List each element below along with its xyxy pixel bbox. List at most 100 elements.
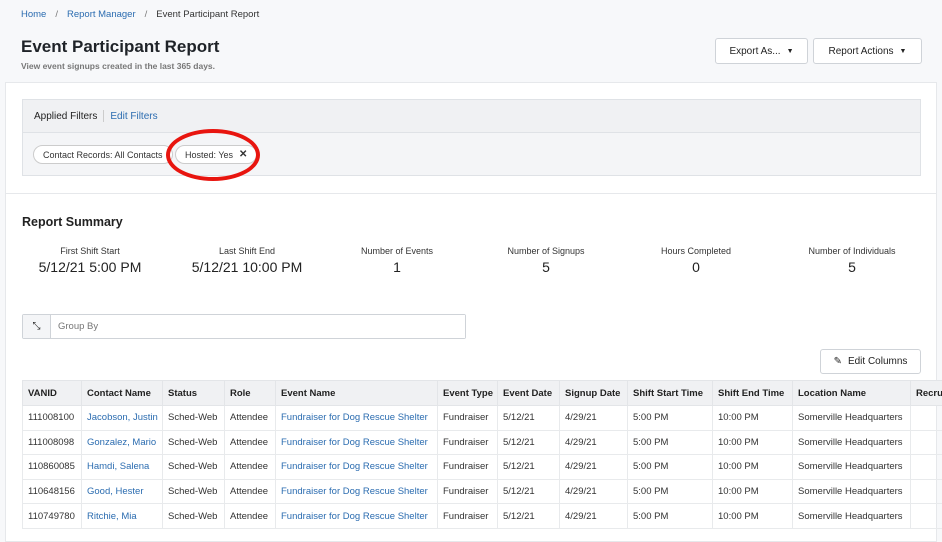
contact-name-link[interactable]: Gonzalez, Mario [87,437,156,448]
breadcrumb: Home / Report Manager / Event Participant Re… [21,9,259,20]
stat-label: Last Shift End [167,246,327,256]
table-cell: 4/29/21 [560,430,628,455]
event-name-link[interactable]: Fundraiser for Dog Rescue Shelter [281,511,428,522]
breadcrumb-separator: / [145,9,148,20]
column-header[interactable]: Signup Date [560,381,628,406]
table-cell: Fundraiser [438,504,498,529]
table-cell: Hamdi, Salena [82,455,163,480]
table-cell: Sched-Web [163,455,225,480]
column-header[interactable]: Location Name [793,381,911,406]
collapse-arrows-icon[interactable]: ⤡ [23,315,51,338]
stat-value: 5/12/21 5:00 PM [10,259,170,275]
report-actions-button[interactable]: Report Actions▼ [813,38,922,64]
stat-label: Number of Signups [466,246,626,256]
table-cell: 5:00 PM [628,430,713,455]
stat-number-of-events: Number of Events1 [317,246,477,275]
table-cell: 111008100 [23,406,82,431]
table-cell: Sched-Web [163,504,225,529]
column-header[interactable]: Status [163,381,225,406]
breadcrumb-separator: / [55,9,58,20]
table-cell: Somerville Headquarters [793,504,911,529]
contact-name-link[interactable]: Hamdi, Salena [87,461,149,472]
table-cell: 5/12/21 [498,504,560,529]
group-by-control: ⤡ [22,314,466,339]
highlight-annotation-circle [166,129,260,181]
stat-number-of-signups: Number of Signups5 [466,246,626,275]
table-cell: Fundraiser for Dog Rescue Shelter [276,504,438,529]
table-cell: Fundraiser [438,430,498,455]
table-cell [911,430,942,455]
breadcrumb-report-manager[interactable]: Report Manager [67,9,136,20]
table-cell: Fundraiser for Dog Rescue Shelter [276,455,438,480]
breadcrumb-current: Event Participant Report [156,9,259,20]
report-summary-title: Report Summary [22,215,123,229]
stat-label: First Shift Start [10,246,170,256]
stat-value: 5/12/21 10:00 PM [167,259,327,275]
column-header[interactable]: Recru [911,381,942,406]
filter-chip-label: Contact Records: All Contacts [43,150,163,160]
pencil-icon: ✎ [834,356,842,367]
table-cell: Sched-Web [163,406,225,431]
caret-down-icon: ▼ [900,48,907,55]
column-header[interactable]: Contact Name [82,381,163,406]
edit-columns-label: Edit Columns [848,356,907,367]
table-cell: 110749780 [23,504,82,529]
contact-name-link[interactable]: Good, Hester [87,486,144,497]
event-name-link[interactable]: Fundraiser for Dog Rescue Shelter [281,486,428,497]
table-cell: 5/12/21 [498,430,560,455]
table-cell: 5/12/21 [498,479,560,504]
table-row: 110648156Good, HesterSched-WebAttendeeFu… [23,479,942,504]
table-cell: Somerville Headquarters [793,430,911,455]
stat-last-shift-end: Last Shift End 5/12/21 10:00 PM [167,246,327,275]
export-as-label: Export As... [729,46,780,57]
table-cell: Gonzalez, Mario [82,430,163,455]
table-cell: 4/29/21 [560,455,628,480]
column-header[interactable]: Shift Start Time [628,381,713,406]
column-header[interactable]: Shift End Time [713,381,793,406]
contact-name-link[interactable]: Ritchie, Mia [87,511,137,522]
table-cell: 110648156 [23,479,82,504]
table-cell [911,455,942,480]
table-cell: 4/29/21 [560,406,628,431]
table-cell: Sched-Web [163,430,225,455]
event-name-link[interactable]: Fundraiser for Dog Rescue Shelter [281,461,428,472]
caret-down-icon: ▼ [787,48,794,55]
table-cell [911,406,942,431]
table-cell: Fundraiser for Dog Rescue Shelter [276,430,438,455]
event-name-link[interactable]: Fundraiser for Dog Rescue Shelter [281,437,428,448]
table-cell: 4/29/21 [560,479,628,504]
column-header[interactable]: VANID [23,381,82,406]
edit-columns-button[interactable]: ✎ Edit Columns [820,349,921,374]
stat-value: 5 [772,259,932,275]
column-header[interactable]: Event Name [276,381,438,406]
stat-label: Hours Completed [616,246,776,256]
column-header[interactable]: Event Date [498,381,560,406]
edit-filters-link[interactable]: Edit Filters [110,111,157,122]
table-cell: Fundraiser for Dog Rescue Shelter [276,406,438,431]
stat-first-shift-start: First Shift Start 5/12/21 5:00 PM [10,246,170,275]
table-cell: 10:00 PM [713,504,793,529]
page-subtitle: View event signups created in the last 3… [21,61,215,71]
table-cell: Somerville Headquarters [793,479,911,504]
stat-value: 1 [317,259,477,275]
table-row: 111008098Gonzalez, MarioSched-WebAttende… [23,430,942,455]
table-cell: 5/12/21 [498,455,560,480]
stat-number-of-individuals: Number of Individuals5 [772,246,932,275]
stat-hours-completed: Hours Completed 0 [616,246,776,275]
event-name-link[interactable]: Fundraiser for Dog Rescue Shelter [281,412,428,423]
table-cell: Somerville Headquarters [793,406,911,431]
table-cell: 5:00 PM [628,504,713,529]
breadcrumb-home[interactable]: Home [21,9,46,20]
column-header[interactable]: Role [225,381,276,406]
table-cell [911,504,942,529]
table-cell: 5/12/21 [498,406,560,431]
table-row: 111008100Jacobson, JustinSched-WebAttend… [23,406,942,431]
table-row: 110860085Hamdi, SalenaSched-WebAttendeeF… [23,455,942,480]
table-row: 110749780Ritchie, MiaSched-WebAttendeeFu… [23,504,942,529]
column-header[interactable]: Event Type [438,381,498,406]
export-as-button[interactable]: Export As... ▼ [715,38,808,64]
contact-name-link[interactable]: Jacobson, Justin [87,412,158,423]
table-cell: Fundraiser [438,479,498,504]
stat-value: 0 [616,259,776,275]
group-by-input[interactable] [51,315,465,338]
